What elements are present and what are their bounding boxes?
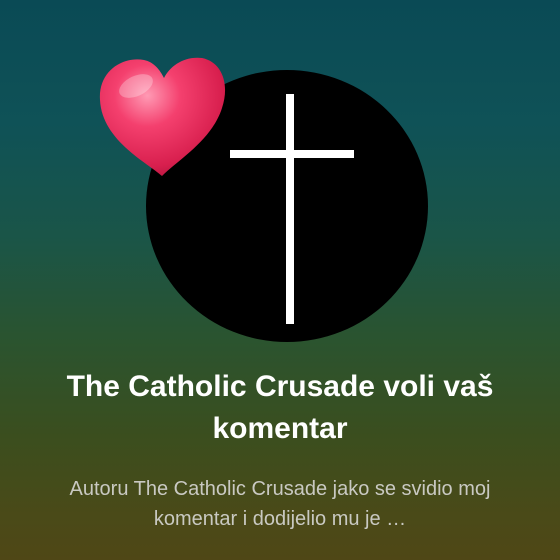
notification-title: The Catholic Crusade voli vaš komentar (66, 370, 494, 445)
cross-icon-bar (230, 150, 354, 158)
cross-icon (286, 94, 294, 324)
heart-icon (99, 57, 226, 176)
notification-body: Autoru The Catholic Crusade jako se svid… (69, 478, 491, 530)
